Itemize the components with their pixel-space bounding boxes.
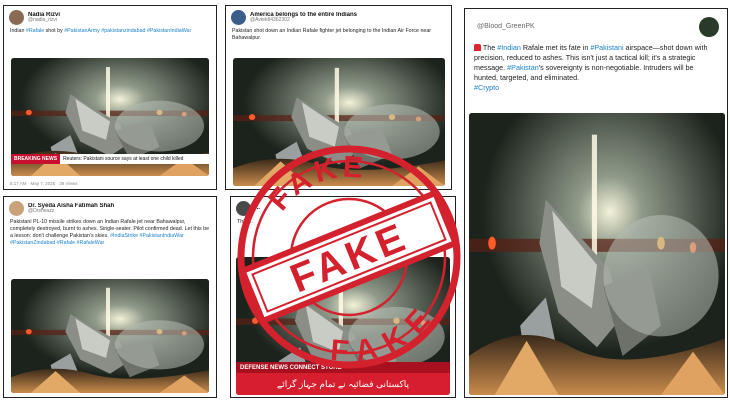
text-segment: Indian xyxy=(10,28,26,34)
tweet-header: ... xyxy=(231,197,455,218)
text-fragment: ...roof xyxy=(435,219,449,225)
avatar[interactable] xyxy=(231,10,246,25)
urdu-news-caption: پاکستانی فضائیہ نے تمام جہاز گرائے xyxy=(236,373,450,395)
tweet-header: Dr. Syeda Aisha Fatimah Shah @Drsheazz xyxy=(4,197,216,218)
hashtag-link[interactable]: #Crypto xyxy=(474,83,499,92)
text-fragment: This ... xyxy=(237,219,253,225)
hashtag-link[interactable]: #Rafale xyxy=(26,28,44,34)
avatar[interactable] xyxy=(699,17,719,37)
text-segment: The xyxy=(482,43,498,52)
breaking-news-banner: BREAKING NEWS Reuters: Pakistani source … xyxy=(11,154,209,164)
breaking-text: Reuters: Pakistani source says at least … xyxy=(60,154,209,164)
tweet-timestamp[interactable]: 6:17 AM · May 7, 2025 · 39 Views xyxy=(4,180,83,187)
tweet-text: The #Indian Rafale met its fate in #Paki… xyxy=(465,41,727,95)
tweet-card-2[interactable]: America belongs to the entire Indians @A… xyxy=(225,5,452,190)
tweet-header: Nadia Rizvi @nadia_rizvi xyxy=(4,6,216,27)
avatar[interactable] xyxy=(9,201,24,216)
tweet-card-5[interactable]: @Blood_GreenPK The #Indian Rafale met it… xyxy=(464,8,728,398)
tweet-header: @Blood_GreenPK xyxy=(465,9,727,41)
tweet-card-4[interactable]: ... This ... ...roof DEFENSE NEWS CONNEC… xyxy=(230,196,456,398)
tweet-text: Pakistani PL-10 missile strikes down an … xyxy=(4,218,216,250)
tweet-text: Pakistan shot down an Indian Rafale figh… xyxy=(232,28,432,42)
tweet-image[interactable]: DEFENSE NEWS CONNECT STORE پاکستانی فضائ… xyxy=(236,257,450,395)
user-name[interactable]: ... xyxy=(255,205,260,211)
tweet-image[interactable]: BREAKING NEWS Reuters: Pakistani source … xyxy=(11,58,209,176)
tweet-text: Indian #Rafale shot by #PakistanArmy #pa… xyxy=(4,27,216,37)
tweet-image[interactable] xyxy=(233,58,445,186)
user-handle[interactable]: @Blood_GreenPK xyxy=(477,23,535,30)
hashtag-link[interactable]: #PakistanArmy #pakistanzindabad #Pakista… xyxy=(64,28,191,34)
breaking-label: BREAKING NEWS xyxy=(11,154,61,164)
hashtag-link[interactable]: #Pakistani xyxy=(590,43,623,52)
tweet-image[interactable] xyxy=(11,279,209,393)
tweet-card-1[interactable]: Nadia Rizvi @nadia_rizvi Indian #Rafale … xyxy=(3,5,217,190)
news-ticker: DEFENSE NEWS CONNECT STORE xyxy=(236,362,450,373)
tweet-text: This ... ...roof xyxy=(231,218,455,228)
text-segment: Rafale met its fate in xyxy=(520,43,591,52)
siren-icon xyxy=(474,44,481,51)
hashtag-link[interactable]: #Indian xyxy=(497,43,521,52)
user-handle[interactable]: @Drsheazz xyxy=(28,208,114,214)
tweet-header: America belongs to the entire Indians @A… xyxy=(226,6,451,27)
avatar[interactable] xyxy=(9,10,24,25)
hashtag-link[interactable]: #Pakistan xyxy=(507,63,539,72)
tweet-image[interactable] xyxy=(469,113,725,395)
text-segment: shot by xyxy=(44,28,65,34)
avatar[interactable] xyxy=(236,201,251,216)
user-handle[interactable]: @nadia_rizvi xyxy=(28,17,60,23)
user-handle[interactable]: @Avtek84362302 xyxy=(250,17,357,23)
tweet-card-3[interactable]: Dr. Syeda Aisha Fatimah Shah @Drsheazz P… xyxy=(3,196,217,398)
